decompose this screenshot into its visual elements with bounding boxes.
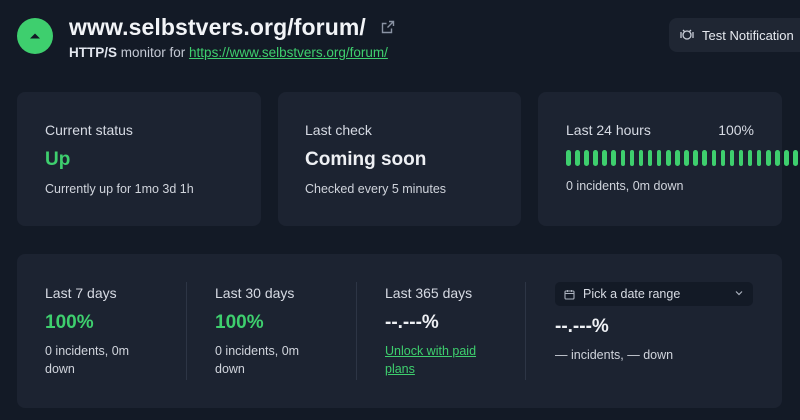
uptime-bar [747,150,753,166]
period-30d-detail: 0 incidents, 0m down [215,344,300,376]
uptime-periods-card: Last 7 days 100% 0 incidents, 0m down La… [17,254,782,408]
period-30d-label: Last 30 days [215,285,295,301]
calendar-icon [564,289,575,300]
uptime-bar [693,150,698,166]
date-range-select[interactable]: Pick a date range [555,282,753,306]
chevron-up-icon [30,33,40,39]
uptime-bars [566,150,800,166]
status-indicator [17,18,53,54]
uptime-bar [711,150,716,166]
last-24h-detail: 0 incidents, 0m down [566,179,684,193]
monitor-for-text: monitor for [117,45,190,60]
uptime-bar [647,150,653,166]
last-24h-percent: 100% [718,122,754,138]
divider [525,282,526,380]
uptime-bar [793,150,798,166]
uptime-bar [575,150,580,166]
uptime-bar [602,150,607,166]
monitor-url-link[interactable]: https://www.selbstvers.org/forum/ [189,45,388,60]
uptime-bar [729,150,735,166]
uptime-bar [593,150,598,166]
custom-range-value: --.---% [555,316,609,337]
period-7d-label: Last 7 days [45,285,117,301]
uptime-bar [629,150,635,166]
protocol-label: HTTP/S [69,45,118,60]
uptime-bar [738,150,744,166]
uptime-bar [656,150,662,166]
last-24h-card: Last 24 hours 100% 0 incidents, 0m down [538,92,798,226]
uptime-bar [620,150,626,166]
uptime-bar [702,150,707,166]
uptime-bar [666,150,671,166]
last-check-detail: Checked every 5 minutes [305,182,447,196]
period-365d-label: Last 365 days [385,285,473,301]
last-check-label: Last check [305,122,372,138]
period-30d-value: 100% [215,312,264,333]
uptime-bar [756,150,762,166]
monitor-subtitle: HTTP/S monitor for https://www.selbstver… [69,45,388,60]
period-7d-detail: 0 incidents, 0m down [45,344,130,376]
uptime-bar [775,150,780,166]
current-status-label: Current status [45,122,133,138]
last-check-card: Last check Coming soon Checked every 5 m… [278,92,521,226]
period-7d-value: 100% [45,312,94,333]
divider [356,282,357,380]
uptime-bar [566,150,571,166]
uptime-bar [611,150,616,166]
bell-icon [680,29,694,40]
test-notification-button[interactable]: Test Notification [669,18,800,52]
date-range-label: Pick a date range [583,287,681,301]
divider [186,282,187,380]
uptime-bar [675,150,680,166]
current-status-card: Current status Up Currently up for 1mo 3… [17,92,261,226]
monitor-header: www.selbstvers.org/forum/ HTTP/S monitor… [17,14,657,62]
current-status-detail: Currently up for 1mo 3d 1h [45,182,194,196]
uptime-bar [638,150,644,166]
uptime-bar [720,150,726,166]
custom-range-detail: — incidents, — down [555,348,674,362]
test-notification-label: Test Notification [702,27,794,43]
unlock-paid-plans-link[interactable]: Unlock with paid plans [385,344,476,376]
uptime-bar [784,150,789,166]
uptime-bar [684,150,689,166]
current-status-value: Up [45,149,71,170]
external-link-icon[interactable] [381,20,395,34]
last-24h-label: Last 24 hours [566,122,651,138]
uptime-bar [766,150,771,166]
chevron-down-icon [735,291,743,296]
period-365d-value: --.---% [385,312,439,333]
uptime-bar [584,150,589,166]
last-check-value: Coming soon [305,149,427,170]
page-title: www.selbstvers.org/forum/ [69,14,366,40]
